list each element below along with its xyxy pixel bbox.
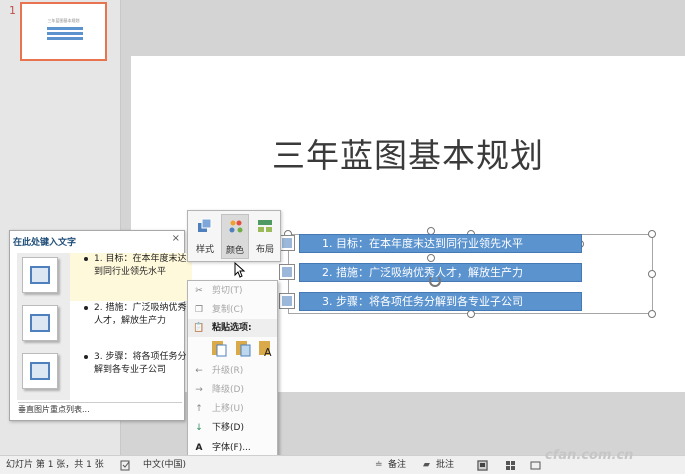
slide-number: 1 [9, 4, 16, 17]
context-menu: ✂ 剪切(T) ❐ 复制(C) 📋 粘贴选项: A ← 升级(R) → 降级(D… [187, 280, 278, 458]
shape-handle[interactable] [427, 254, 435, 262]
text-pane-item-text[interactable]: 2. 措施：广泛吸纳优秀人才，解放生产力 [94, 302, 194, 328]
language-status[interactable]: 中文(中国) [143, 456, 186, 474]
slide-thumbnail[interactable]: 三年蓝图基本规划 [20, 2, 107, 61]
bullet-icon [84, 257, 88, 261]
menu-item-demote[interactable]: → 降级(D) [188, 381, 277, 399]
smartart-item-1[interactable]: 1. 目标：在本年度末达到同行业领先水平 [299, 234, 582, 253]
layout-description-link[interactable]: 垂直图片重点列表... [18, 402, 182, 417]
menu-item-cut[interactable]: ✂ 剪切(T) [188, 282, 277, 300]
menu-item-promote[interactable]: ← 升级(R) [188, 362, 277, 380]
comments-button[interactable]: 批注 [436, 456, 454, 474]
notes-icon: ≐ [375, 460, 383, 470]
text-pane-item-text[interactable]: 1. 目标：在本年度末达到同行业领先水平 [94, 253, 194, 279]
picture-placeholder-button[interactable] [22, 353, 58, 389]
copy-icon: ❐ [194, 305, 204, 315]
spellcheck-icon[interactable] [120, 460, 131, 471]
menu-item-label: 上移(U) [212, 404, 244, 414]
reading-view-icon[interactable] [530, 460, 541, 471]
text-pane-item-text[interactable]: 3. 步骤：将各项任务分解到各专业子公司 [94, 351, 194, 377]
arrow-down-icon: ↓ [195, 423, 203, 433]
thumbnail-bar [47, 27, 83, 30]
style-button[interactable]: 样式 [191, 214, 219, 259]
resize-handle[interactable] [648, 270, 656, 278]
bullet-icon [84, 306, 88, 310]
picture-icon [30, 362, 50, 380]
paste-text-only-icon[interactable]: A [258, 339, 274, 357]
menu-item-label: 下移(D) [212, 423, 244, 433]
picture-icon [30, 314, 50, 332]
color-palette-icon [229, 220, 243, 233]
picture-placeholder-button[interactable] [22, 305, 58, 341]
arrow-up-icon: ↑ [195, 404, 203, 414]
paste-icon: 📋 [193, 323, 205, 333]
picture-placeholder-icon[interactable] [280, 294, 294, 308]
menu-item-paste-options: 📋 粘贴选项: [188, 319, 277, 337]
paste-image-icon[interactable] [235, 339, 251, 357]
layout-label: 布局 [255, 245, 274, 255]
thumbnail-bar [47, 37, 83, 40]
notes-button[interactable]: 备注 [388, 456, 406, 474]
arrow-right-icon: → [195, 385, 203, 395]
picture-placeholder-icon[interactable] [280, 265, 294, 279]
picture-placeholder-button[interactable] [22, 257, 58, 293]
style-label: 样式 [195, 245, 214, 255]
menu-item-label: 升级(R) [212, 366, 244, 376]
comments-icon: ▰ [423, 460, 430, 470]
menu-item-label: 粘贴选项: [212, 323, 252, 333]
mouse-cursor-icon [234, 262, 246, 278]
color-label: 颜色 [225, 246, 244, 256]
layout-button[interactable]: 布局 [251, 214, 279, 259]
mini-toolbar: 样式 颜色 布局 [187, 210, 281, 262]
normal-view-icon[interactable] [477, 460, 488, 471]
resize-handle[interactable] [467, 310, 475, 318]
text-pane-item-3[interactable]: 3. 步骤：将各项任务分解到各专业子公司 [70, 351, 192, 399]
scissors-icon: ✂ [195, 286, 203, 296]
thumbnail-bar [47, 32, 83, 35]
menu-item-move-up[interactable]: ↑ 上移(U) [188, 400, 277, 418]
smartart-text-pane: 在此处键入文字 × 1. 目标：在本年度末达到同行业领先水平 2. 措施：广泛吸… [9, 230, 192, 421]
bullet-icon [84, 355, 88, 359]
color-button[interactable]: 颜色 [221, 214, 249, 259]
menu-item-move-down[interactable]: ↓ 下移(D) [188, 419, 277, 437]
picture-column [17, 253, 70, 400]
picture-icon [30, 266, 50, 284]
menu-item-label: 降级(D) [212, 385, 244, 395]
smartart-item-3[interactable]: 3. 步骤：将各项任务分解到各专业子公司 [299, 292, 582, 311]
menu-item-label: 复制(C) [212, 305, 244, 315]
arrow-left-icon: ← [195, 366, 203, 376]
thumbnail-title: 三年蓝图基本规划 [47, 18, 80, 23]
slide-count-status: 幻灯片 第 1 张，共 1 张 [6, 460, 104, 470]
slide-title[interactable]: 三年蓝图基本规划 [131, 129, 685, 177]
watermark-text: cfan.com.cn [545, 448, 634, 463]
menu-item-copy[interactable]: ❐ 复制(C) [188, 301, 277, 319]
style-icon [198, 218, 212, 232]
paste-keep-format-icon[interactable] [211, 339, 227, 357]
svg-text:A: A [264, 346, 272, 357]
resize-handle[interactable] [648, 310, 656, 318]
picture-placeholder-icon[interactable] [280, 236, 294, 250]
resize-handle[interactable] [648, 230, 656, 238]
layout-icon [258, 220, 272, 232]
slide-sorter-icon[interactable] [505, 460, 516, 471]
text-pane-item-1[interactable]: 1. 目标：在本年度末达到同行业领先水平 [70, 253, 192, 301]
rotate-handle-icon[interactable] [429, 275, 441, 287]
close-icon[interactable]: × [172, 233, 180, 244]
text-pane-title: 在此处键入文字 [13, 238, 77, 248]
menu-item-label: 剪切(T) [212, 286, 243, 296]
text-pane-item-2[interactable]: 2. 措施：广泛吸纳优秀人才，解放生产力 [70, 302, 192, 350]
